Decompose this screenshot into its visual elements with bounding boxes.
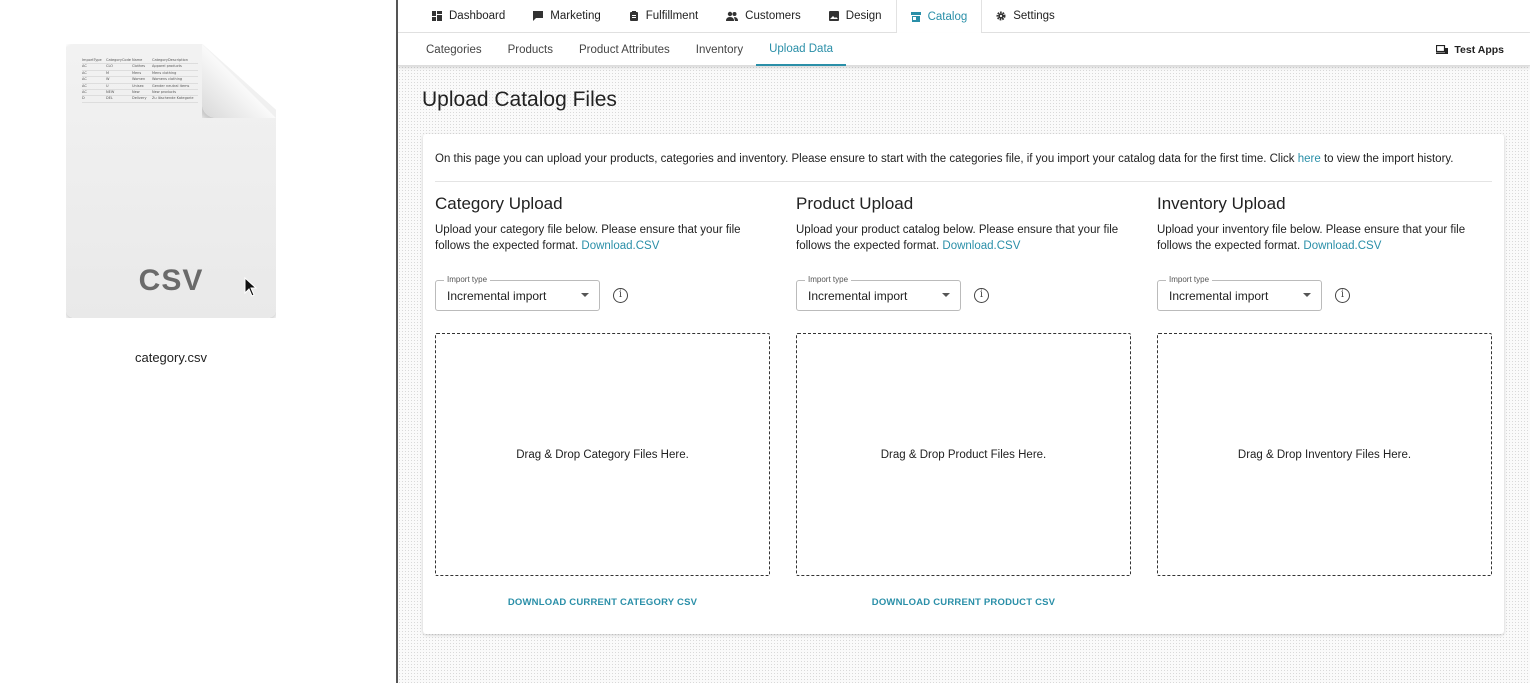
dashboard-icon [432, 11, 442, 21]
nav-label: Settings [1013, 10, 1055, 22]
caret-down-icon [581, 293, 589, 297]
dropzone-text: Drag & Drop Inventory Files Here. [1237, 448, 1412, 461]
divider [435, 181, 1492, 182]
category-upload-section: Category Upload Upload your category fil… [435, 194, 770, 608]
people-icon [726, 11, 739, 21]
section-description: Upload your product catalog below. Pleas… [796, 224, 1119, 252]
clipboard-icon [629, 11, 638, 21]
subnav-categories[interactable]: Categories [413, 33, 495, 66]
download-current-product-button[interactable]: DOWNLOAD CURRENT PRODUCT CSV [796, 597, 1131, 608]
import-type-select[interactable]: Import type Incremental import [435, 275, 600, 311]
info-icon[interactable]: i [974, 288, 989, 303]
test-apps-label: Test Apps [1454, 43, 1504, 56]
test-apps-button[interactable]: Test Apps [1436, 33, 1504, 66]
import-type-select[interactable]: Import type Incremental import [796, 275, 961, 311]
upload-card: On this page you can upload your product… [423, 134, 1504, 634]
page-title: Upload Catalog Files [422, 88, 617, 111]
import-type-select[interactable]: Import type Incremental import [1157, 275, 1322, 311]
import-type-value: Incremental import [808, 289, 908, 303]
section-title: Category Upload [435, 194, 563, 213]
import-type-group: Import type Incremental import i [435, 275, 628, 311]
mouse-cursor-icon [244, 277, 258, 297]
download-csv-link[interactable]: Download.CSV [581, 240, 659, 252]
catalog-app: Dashboard Marketing Fulfillment Customer… [398, 0, 1530, 683]
nav-label: Catalog [927, 10, 968, 23]
image-icon [828, 11, 839, 21]
import-type-label: Import type [444, 275, 491, 284]
chat-icon [533, 11, 544, 21]
gear-icon [996, 11, 1006, 21]
inventory-upload-section: Inventory Upload Upload your inventory f… [1157, 194, 1492, 576]
subnav-inventory[interactable]: Inventory [683, 33, 756, 66]
dropzone-text: Drag & Drop Category Files Here. [516, 448, 689, 461]
import-type-label: Import type [805, 275, 852, 284]
section-description: Upload your category file below. Please … [435, 224, 741, 252]
subnav-products[interactable]: Products [495, 33, 566, 66]
category-dropzone[interactable]: Drag & Drop Category Files Here. [435, 333, 770, 576]
top-navigation: Dashboard Marketing Fulfillment Customer… [398, 0, 1530, 33]
nav-label: Design [845, 10, 882, 22]
devices-icon [1436, 44, 1449, 54]
nav-catalog[interactable]: Catalog [895, 0, 983, 33]
store-icon [910, 11, 921, 22]
nav-fulfillment[interactable]: Fulfillment [615, 0, 712, 32]
intro-text: On this page you can upload your product… [435, 153, 1454, 165]
nav-label: Customers [745, 10, 801, 22]
import-type-group: Import type Incremental import i [796, 275, 989, 311]
nav-settings[interactable]: Settings [982, 0, 1069, 32]
caret-down-icon [1303, 293, 1311, 297]
product-upload-section: Product Upload Upload your product catal… [796, 194, 1131, 608]
nav-label: Marketing [550, 10, 601, 22]
file-preview: ImportType CategoryCode Name CategoryDescri… [82, 58, 198, 103]
product-dropzone[interactable]: Drag & Drop Product Files Here. [796, 333, 1131, 576]
dropzone-text: Drag & Drop Product Files Here. [880, 448, 1047, 461]
info-icon[interactable]: i [613, 288, 628, 303]
section-title: Inventory Upload [1157, 194, 1286, 213]
subnav-upload-data[interactable]: Upload Data [756, 33, 847, 66]
caret-down-icon [942, 293, 950, 297]
info-icon[interactable]: i [1335, 288, 1350, 303]
import-history-link[interactable]: here [1298, 153, 1321, 165]
sub-navigation: Categories Products Product Attributes I… [398, 33, 1530, 66]
file-name-label[interactable]: category.csv [0, 350, 342, 365]
nav-label: Dashboard [449, 10, 506, 22]
preview-row: D DEL Delivery Zu löschende Kategorie [82, 96, 198, 103]
nav-dashboard[interactable]: Dashboard [418, 0, 519, 32]
nav-customers[interactable]: Customers [712, 0, 815, 32]
download-csv-link[interactable]: Download.CSV [1303, 240, 1381, 252]
import-type-value: Incremental import [447, 289, 547, 303]
download-csv-link[interactable]: Download.CSV [942, 240, 1020, 252]
import-type-value: Incremental import [1169, 289, 1269, 303]
download-current-category-button[interactable]: DOWNLOAD CURRENT CATEGORY CSV [435, 597, 770, 608]
desktop-area: ImportType CategoryCode Name CategoryDescri… [0, 0, 396, 683]
section-description: Upload your inventory file below. Please… [1157, 224, 1466, 252]
nav-marketing[interactable]: Marketing [519, 0, 615, 32]
import-type-label: Import type [1166, 275, 1213, 284]
inventory-dropzone[interactable]: Drag & Drop Inventory Files Here. [1157, 333, 1492, 576]
subnav-product-attributes[interactable]: Product Attributes [566, 33, 683, 66]
nav-design[interactable]: Design [815, 0, 896, 32]
section-title: Product Upload [796, 194, 914, 213]
nav-label: Fulfillment [645, 10, 699, 22]
import-type-group: Import type Incremental import i [1157, 275, 1350, 311]
